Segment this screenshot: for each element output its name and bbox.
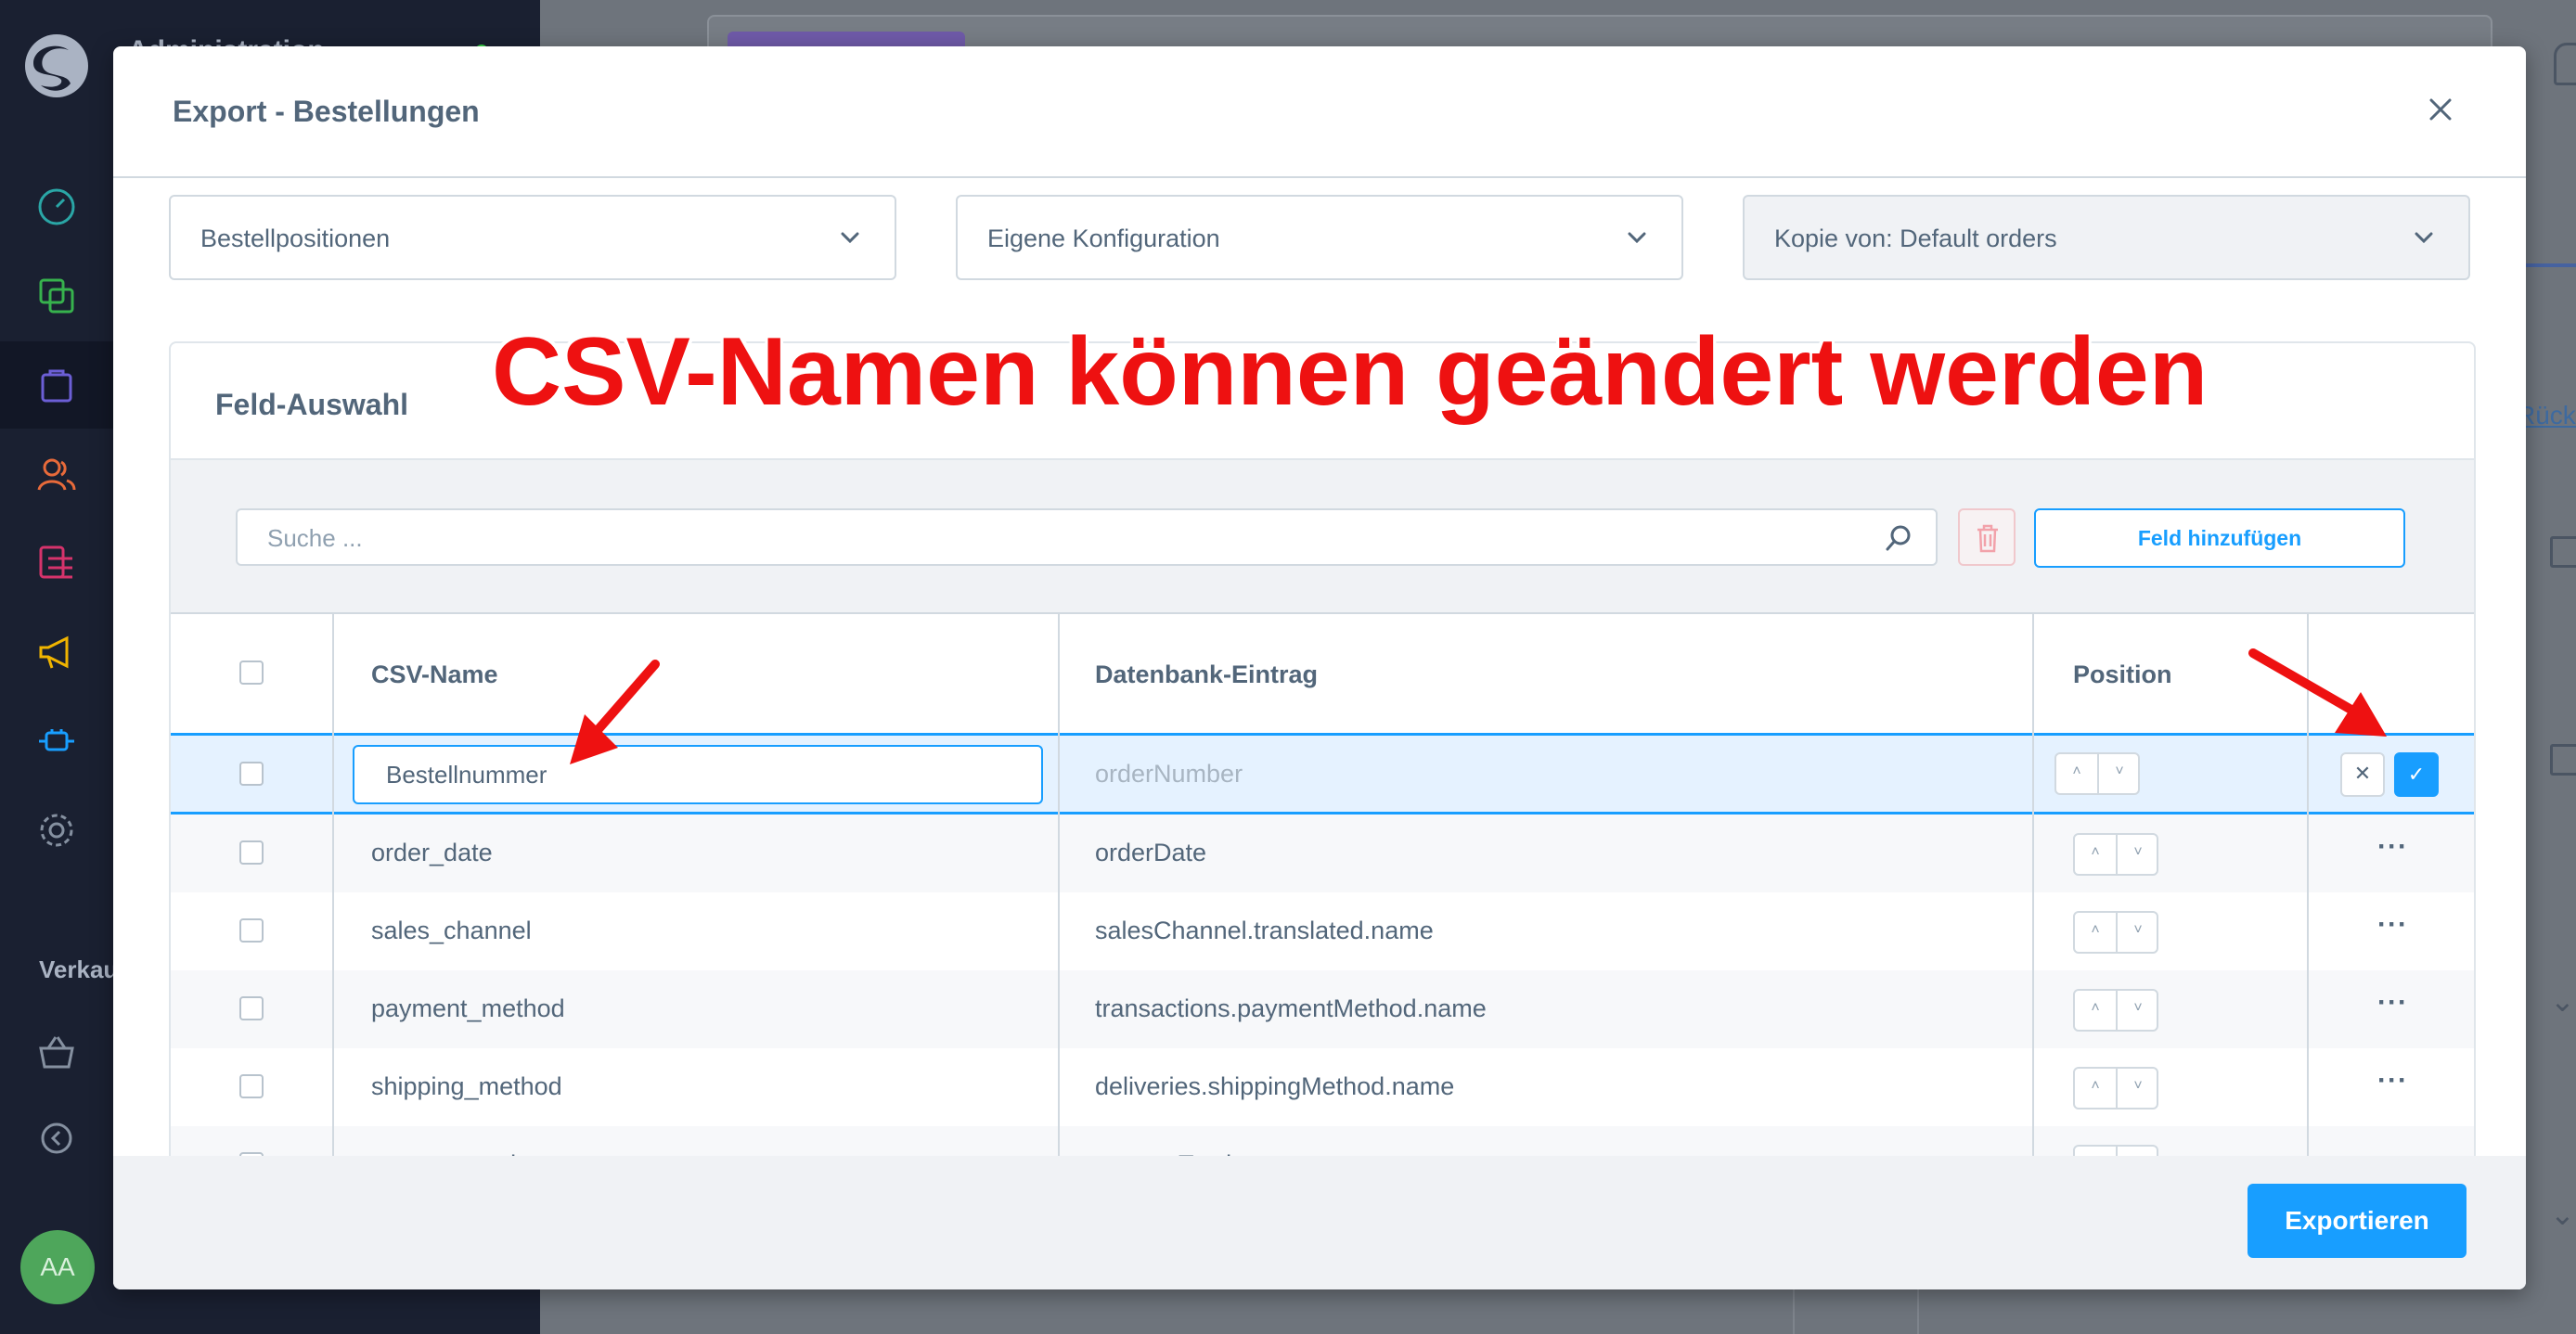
select-value: Bestellpositionen [200,224,391,252]
marketing-icon[interactable] [35,631,78,673]
row-actions-icon[interactable]: ··· [2377,987,2408,1019]
content-icon[interactable] [35,542,78,584]
table-header: CSV-Name Datenbank-Eintrag Position [171,614,2474,735]
chevron-down-icon [2415,232,2433,244]
row-actions-icon[interactable]: ··· [2377,1065,2408,1097]
entity-select[interactable]: Bestellpositionen [169,195,896,280]
column-header-csv-name[interactable]: CSV-Name [371,661,498,689]
csv-name-cell[interactable]: sales_channel [371,917,532,945]
export-modal: Export - Bestellungen Bestellpositionen … [113,46,2526,1289]
annotation-text: CSV-Namen können geändert werden [492,318,2209,426]
modal-footer: Exportieren [113,1156,2526,1289]
row-actions-icon[interactable]: ··· [2377,909,2408,941]
position-stepper[interactable]: ˄˅ [2073,833,2158,876]
user-avatar[interactable]: AA [20,1230,95,1304]
csv-name-cell[interactable]: order_date [371,839,493,867]
position-stepper[interactable]: ˄˅ [2073,989,2158,1032]
chevron-down-icon: ⌄ [2550,984,2575,1018]
db-entry-cell[interactable]: orderDate [1095,839,1206,867]
move-down-icon[interactable]: ˅ [2118,1078,2158,1095]
chevron-down-icon: ⌄ [2550,1198,2575,1231]
modal-header: Export - Bestellungen [113,46,2526,178]
chevron-down-icon [841,232,859,244]
customers-icon[interactable] [35,453,78,495]
grid-toolbar: Feld hinzufügen [171,460,2474,614]
table-row-editing: orderNumber ˄˅ ✕ ✓ [171,733,2474,815]
profile-select[interactable]: Kopie von: Default orders [1743,195,2470,280]
column-header-position[interactable]: Position [2073,661,2172,689]
position-stepper[interactable]: ˄˅ [2054,752,2140,795]
shopware-logo-icon[interactable] [22,32,91,100]
move-up-icon[interactable]: ˄ [2056,763,2097,780]
card-title: Feld-Auswahl [215,388,409,421]
csv-name-cell[interactable]: shipping_method [371,1072,562,1101]
config-select[interactable]: Eigene Konfiguration [956,195,1683,280]
modal-title: Export - Bestellungen [173,95,480,128]
notification-bell-icon [2554,43,2576,85]
annotation-arrow-icon [2248,648,2387,737]
move-down-icon[interactable]: ˅ [2118,844,2158,861]
annotation-arrow-icon [570,660,660,764]
position-stepper[interactable]: ˄˅ [2073,911,2158,954]
catalogue-icon[interactable] [35,275,78,317]
storefront-basket-icon[interactable] [35,1032,78,1074]
add-field-button[interactable]: Feld hinzufügen [2034,508,2405,568]
export-button[interactable]: Exportieren [2248,1184,2467,1258]
move-up-icon[interactable]: ˄ [2075,1000,2116,1017]
position-stepper[interactable]: ˄˅ [2073,1067,2158,1110]
confirm-edit-button[interactable]: ✓ [2394,752,2439,797]
search-icon[interactable] [1884,523,1913,553]
dashboard-icon[interactable] [35,186,78,228]
db-entry-input[interactable]: orderNumber [1095,760,1243,789]
csv-name-cell[interactable]: payment_method [371,994,565,1023]
row-actions-icon[interactable]: ··· [2377,831,2408,863]
row-checkbox[interactable] [239,918,264,943]
select-value: Eigene Konfiguration [987,224,1220,252]
move-up-icon[interactable]: ˄ [2075,844,2116,861]
row-checkbox[interactable] [239,996,264,1020]
move-down-icon[interactable]: ˅ [2099,763,2140,780]
cancel-edit-button[interactable]: ✕ [2340,752,2385,797]
csv-name-input[interactable] [353,745,1043,804]
move-up-icon[interactable]: ˄ [2075,922,2116,939]
select-all-checkbox[interactable] [239,661,264,685]
search-input[interactable] [265,510,1847,566]
delete-button[interactable] [1958,508,2016,566]
chevron-down-icon [1628,232,1646,244]
row-checkbox[interactable] [239,840,264,865]
column-header-db-entry[interactable]: Datenbank-Eintrag [1095,661,1318,689]
calendar-icon [2550,744,2576,776]
trash-icon [1977,524,1998,553]
sidebar-sales-channels-heading: Verkaufskanäle [39,956,115,983]
move-up-icon[interactable]: ˄ [2075,1078,2116,1095]
table-row: payment_method transactions.paymentMethod… [171,970,2474,1048]
extensions-icon[interactable] [35,720,78,763]
calendar-icon [2550,536,2576,568]
settings-gear-icon[interactable] [35,809,78,852]
search-field [236,508,1938,566]
db-entry-cell[interactable]: transactions.paymentMethod.name [1095,994,1487,1023]
db-entry-cell[interactable]: salesChannel.translated.name [1095,917,1434,945]
move-down-icon[interactable]: ˅ [2118,1000,2158,1017]
row-checkbox[interactable] [239,1074,264,1098]
db-entry-cell[interactable]: deliveries.shippingMethod.name [1095,1072,1454,1101]
field-selection-card: Feld-Auswahl Feld hinzufügen CSV-Name Da… [169,341,2476,1273]
row-checkbox[interactable] [239,762,264,786]
close-icon[interactable] [2420,89,2461,130]
table-row: shipping_method deliveries.shippingMethod… [171,1048,2474,1126]
table-row: order_date orderDate ˄ ˅ ··· [171,815,2474,892]
table-row: sales_channel salesChannel.translated.nam… [171,892,2474,970]
select-value: Kopie von: Default orders [1774,224,2057,252]
move-down-icon[interactable]: ˅ [2118,922,2158,939]
collapse-sidebar-icon[interactable] [35,1117,78,1160]
orders-icon[interactable] [35,364,78,406]
